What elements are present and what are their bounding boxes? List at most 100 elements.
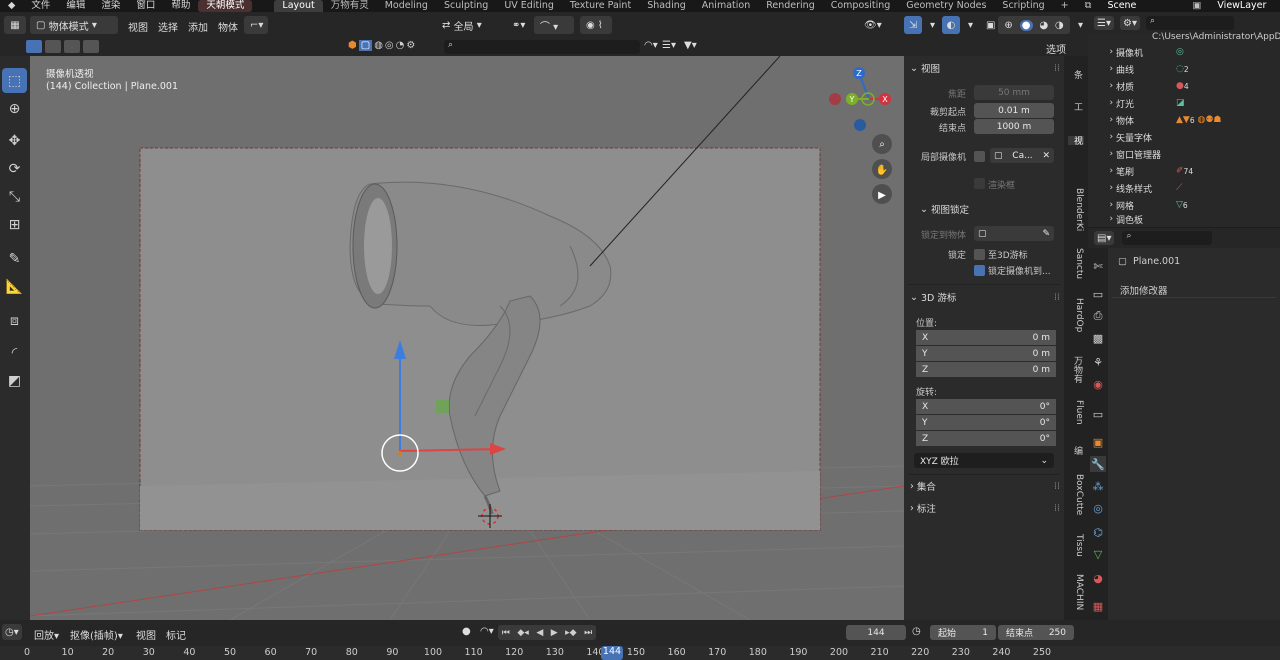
viewport-search-field[interactable]: ⌕ bbox=[444, 40, 640, 54]
outliner-row-vector-fonts[interactable]: › 矢量字体 bbox=[1088, 129, 1280, 145]
material-properties-icon[interactable]: ◕ bbox=[1090, 570, 1106, 586]
cursor-location-x[interactable]: X 0 m bbox=[916, 330, 1056, 346]
constraints-properties-icon[interactable]: ⌬ bbox=[1090, 524, 1106, 540]
editor-type-icon[interactable]: ☰▾ bbox=[1094, 16, 1114, 30]
chevron-right-icon[interactable]: › bbox=[1088, 132, 1116, 142]
transform-orientation-dropdown[interactable]: ⇄ 全局 ▾ bbox=[436, 16, 500, 34]
workspace-tab-scripting[interactable]: Scripting bbox=[994, 0, 1052, 12]
cursor-location-z[interactable]: Z 0 m bbox=[916, 362, 1056, 378]
light-icon[interactable]: ⚙ bbox=[406, 40, 415, 51]
move-tool-icon[interactable]: ✥ bbox=[2, 128, 27, 153]
select-mode-group[interactable] bbox=[26, 40, 104, 54]
end-frame-field[interactable]: 结束点 250 bbox=[998, 625, 1074, 640]
add-cube-tool-icon[interactable]: ⧈ bbox=[2, 308, 27, 333]
workspace-tab-sculpting[interactable]: Sculpting bbox=[436, 0, 496, 12]
chevron-right-icon[interactable]: › bbox=[1088, 115, 1116, 125]
play-icon[interactable]: ▶ bbox=[551, 628, 558, 638]
chevron-right-icon[interactable]: › bbox=[1088, 200, 1116, 210]
cursor-rotation-z[interactable]: Z 0° bbox=[916, 431, 1056, 447]
workspace-tab-uv-editing[interactable]: UV Editing bbox=[496, 0, 562, 12]
play-reverse-icon[interactable]: ◀ bbox=[536, 628, 543, 638]
chevron-right-icon[interactable]: › bbox=[1088, 149, 1116, 159]
record-button-icon[interactable]: ● bbox=[462, 626, 471, 637]
physics-properties-icon[interactable]: ◎ bbox=[1090, 500, 1106, 516]
cursor-rotation-y[interactable]: Y 0° bbox=[916, 415, 1056, 431]
workspace-tab-geometry-nodes[interactable]: Geometry Nodes bbox=[898, 0, 994, 12]
knife-tool-icon[interactable]: ◩ bbox=[2, 368, 27, 393]
measure-tool-icon[interactable]: 📐 bbox=[2, 274, 27, 299]
cursor-rotation-x[interactable]: X 0° bbox=[916, 399, 1056, 415]
rotate-tool-icon[interactable]: ⟳ bbox=[2, 156, 27, 181]
outliner-row-brushes[interactable]: › 笔刷 ✐ 74 bbox=[1088, 163, 1280, 179]
workspace-tab-wanwu[interactable]: 万物有灵 bbox=[323, 0, 377, 12]
start-frame-field[interactable]: 起始 1 bbox=[930, 625, 996, 640]
menu-window[interactable]: 窗口 bbox=[128, 0, 163, 12]
clip-end-field[interactable]: 1000 m bbox=[974, 119, 1054, 134]
workspace-tab-animation[interactable]: Animation bbox=[694, 0, 758, 12]
menu-object[interactable]: 物体 bbox=[218, 19, 238, 34]
outliner-row-palettes[interactable]: › 调色板 bbox=[1088, 211, 1280, 227]
gizmo-toggle-icon[interactable]: ⇲ bbox=[904, 16, 922, 34]
keying-menu[interactable]: 抠像(插帧)▾ bbox=[70, 627, 123, 642]
chevron-right-icon[interactable]: › bbox=[1088, 183, 1116, 193]
object-mode-dropdown[interactable]: ▢ 物体模式 ▾ bbox=[30, 16, 118, 34]
solid-icon[interactable]: ▢ bbox=[358, 40, 373, 51]
view-menu[interactable]: 视图 bbox=[136, 627, 156, 642]
transform-tool-icon[interactable]: ⊞ bbox=[2, 212, 27, 237]
local-camera-field[interactable]: ▢ Ca... ✕ bbox=[990, 148, 1054, 163]
collection-panel-header[interactable]: › 集合 ⁞⁞ bbox=[910, 477, 1060, 495]
nav-neg-z-ball[interactable] bbox=[854, 119, 866, 131]
jump-end-icon[interactable]: ⏭ bbox=[584, 628, 592, 638]
local-camera-checkbox[interactable] bbox=[974, 151, 985, 162]
funnel-icon[interactable]: ▼▾ bbox=[684, 40, 697, 51]
workspace-tab-texture-paint[interactable]: Texture Paint bbox=[562, 0, 639, 12]
workspace-tab-compositing[interactable]: Compositing bbox=[823, 0, 899, 12]
chevron-right-icon[interactable]: › bbox=[1088, 47, 1116, 57]
drag-handle-icon[interactable]: ⁞⁞ bbox=[1054, 292, 1060, 303]
snap-icon[interactable]: ⌒ ▾ bbox=[534, 16, 574, 34]
tab-view[interactable]: 视 bbox=[1068, 136, 1084, 145]
tab-fluent[interactable]: Fluen bbox=[1068, 400, 1084, 425]
solid-shading-icon[interactable]: ● bbox=[1019, 19, 1033, 31]
menu-view[interactable]: 视图 bbox=[128, 19, 148, 34]
outliner-row-materials[interactable]: › 材质 ● 4 bbox=[1088, 78, 1280, 94]
tab-blenderkit[interactable]: BlenderKi bbox=[1068, 188, 1084, 231]
texture-properties-icon[interactable]: ▦ bbox=[1090, 598, 1106, 614]
outliner-row-objects[interactable]: › 物体 ▲▼ 6 ◍⚉☗ bbox=[1088, 112, 1280, 128]
outliner-row-window-managers[interactable]: › 窗口管理器 bbox=[1088, 146, 1280, 162]
cursor-location-y[interactable]: Y 0 m bbox=[916, 346, 1056, 362]
view-panel-header[interactable]: ⌄ 视图 ⁞⁞ bbox=[910, 59, 1060, 77]
menu-help[interactable]: 帮助 bbox=[163, 0, 198, 12]
blender-logo-icon[interactable]: ◆ bbox=[0, 0, 23, 12]
nav-neg-x-ball[interactable] bbox=[829, 93, 841, 105]
chevron-right-icon[interactable]: › bbox=[1088, 64, 1116, 74]
pivot-icon[interactable]: ⚭▾ bbox=[506, 16, 532, 34]
workspace-tab-shading[interactable]: Shading bbox=[639, 0, 694, 12]
editor-type-icon[interactable]: ▦ bbox=[4, 16, 26, 34]
annotate-tool-icon[interactable]: ✎ bbox=[2, 246, 27, 271]
scene-icon[interactable]: ⧉ bbox=[1077, 0, 1100, 12]
3d-viewport[interactable]: Z X Y ⌕ ✋ ▶ 摄像机透视 (144) Collection | Pla… bbox=[30, 56, 904, 620]
timeline-ruler[interactable]: 0 10 20 30 40 50 60 70 80 90 100 110 120 130 140 150 160… bbox=[0, 646, 1280, 660]
object-name[interactable]: Plane.001 bbox=[1133, 256, 1180, 267]
outliner-search-field[interactable]: ⌕ bbox=[1145, 16, 1234, 30]
properties-search-field[interactable]: ⌕ bbox=[1122, 231, 1213, 245]
scene-properties-icon[interactable]: ⚘ bbox=[1090, 354, 1106, 370]
tab-machin3[interactable]: MACHIN bbox=[1068, 574, 1084, 610]
sort-icon[interactable]: ☰▾ bbox=[662, 40, 676, 51]
proportional-edit-icon[interactable]: ◉ ⌇ bbox=[580, 16, 612, 34]
chevron-right-icon[interactable]: › bbox=[1088, 214, 1116, 224]
current-frame-field[interactable]: 144 bbox=[846, 625, 906, 640]
add-modifier-button[interactable]: 添加修改器 bbox=[1112, 282, 1276, 298]
tab-edit[interactable]: 编 bbox=[1068, 446, 1084, 455]
jump-start-icon[interactable]: ⏮ bbox=[502, 628, 510, 638]
object-properties-icon[interactable]: ▣ bbox=[1090, 434, 1106, 450]
menu-edit[interactable]: 编辑 bbox=[58, 0, 93, 12]
menu-file[interactable]: 文件 bbox=[23, 0, 58, 12]
drag-handle-icon[interactable]: ⁞⁞ bbox=[1054, 481, 1060, 492]
workspace-tab-modeling[interactable]: Modeling bbox=[377, 0, 436, 12]
view-layer-name[interactable]: ViewLayer bbox=[1209, 0, 1274, 12]
render-border-checkbox[interactable] bbox=[974, 178, 985, 189]
view-layer-properties-icon[interactable]: ▩ bbox=[1090, 330, 1106, 346]
select-new-icon[interactable] bbox=[26, 40, 42, 53]
